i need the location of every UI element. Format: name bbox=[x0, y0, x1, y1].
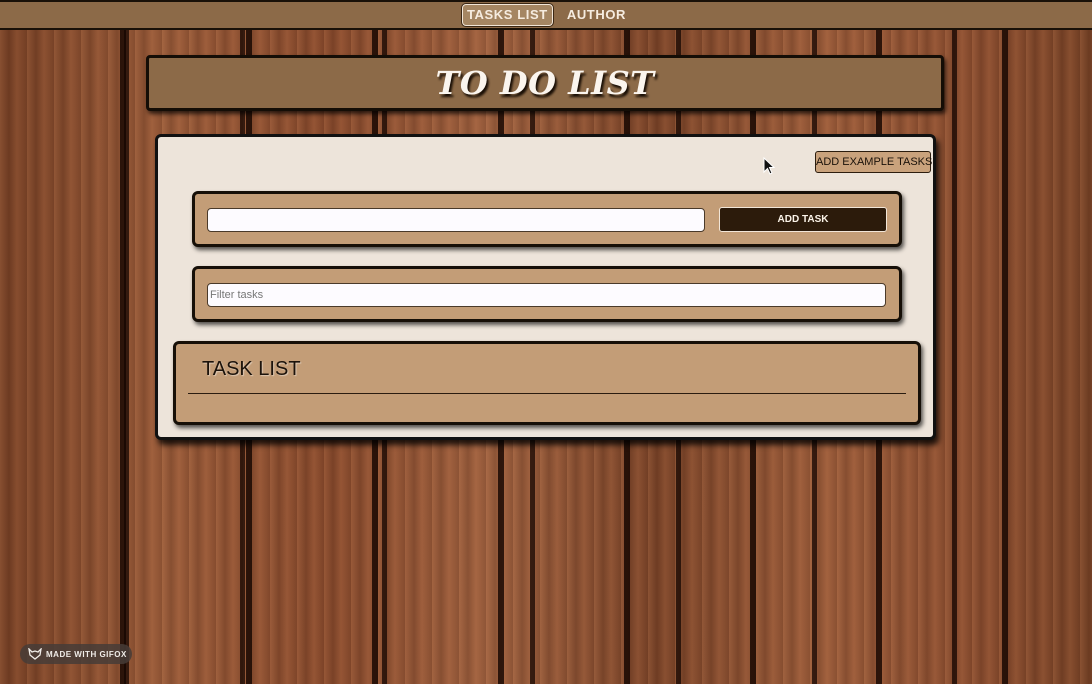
page-header: TO DO LIST bbox=[146, 55, 944, 111]
add-task-button[interactable]: ADD TASK bbox=[719, 207, 887, 232]
add-example-tasks-button[interactable]: ADD EXAMPLE TASKS bbox=[815, 151, 932, 173]
mouse-cursor-icon bbox=[763, 157, 775, 175]
plank-seam bbox=[124, 30, 129, 684]
top-navbar: TASKS LIST AUTHOR bbox=[0, 0, 1092, 30]
nav-author[interactable]: AUTHOR bbox=[563, 5, 630, 25]
add-task-panel: ADD TASK bbox=[192, 191, 902, 247]
new-task-input[interactable] bbox=[207, 208, 705, 232]
nav-tasks-list[interactable]: TASKS LIST bbox=[461, 4, 553, 26]
gifox-watermark: MADE WITH GIFOX bbox=[20, 644, 132, 664]
plank-seam bbox=[952, 30, 957, 684]
task-list-title: TASK LIST bbox=[202, 358, 301, 380]
task-list-panel: TASK LIST bbox=[173, 341, 921, 425]
filter-panel: Filter tasks bbox=[192, 266, 902, 322]
task-list-divider bbox=[188, 393, 906, 394]
fox-icon bbox=[28, 648, 42, 660]
filter-tasks-input[interactable]: Filter tasks bbox=[207, 283, 886, 307]
page-title: TO DO LIST bbox=[435, 64, 655, 102]
gifox-label: MADE WITH GIFOX bbox=[46, 649, 127, 659]
todo-card: ADD EXAMPLE TASKS ADD TASK Filter tasks … bbox=[155, 134, 936, 440]
